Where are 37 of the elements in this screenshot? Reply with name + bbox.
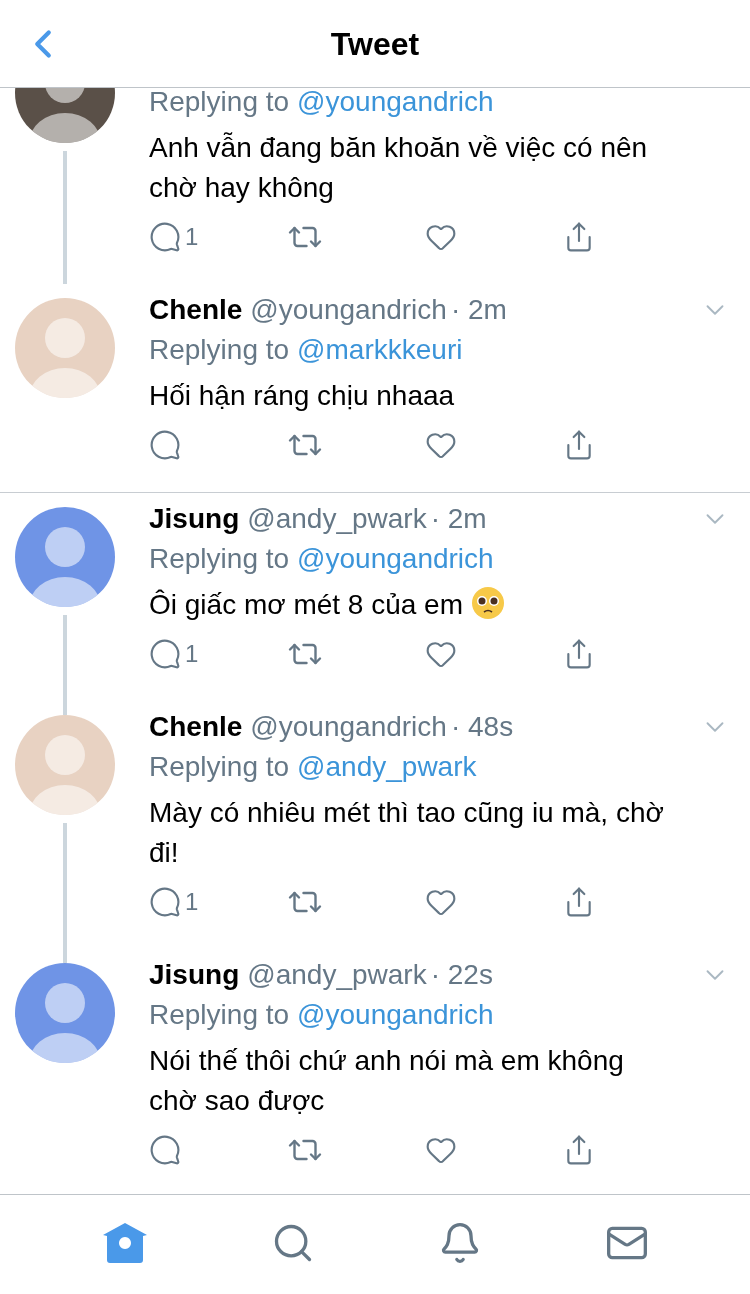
home-icon[interactable] bbox=[101, 1221, 148, 1264]
replying-label: Replying to bbox=[149, 750, 290, 784]
tweet-time: · 22s bbox=[430, 958, 493, 992]
user-handle[interactable]: @youngandrich bbox=[250, 290, 447, 330]
replying-label: Replying to bbox=[149, 542, 290, 576]
tweet-text: Anh vẫn đang băn khoăn về việc có nên chờ hay không bbox=[149, 131, 649, 205]
replying-handle[interactable]: @markkkeuri bbox=[297, 329, 463, 371]
reply-icon[interactable] bbox=[149, 429, 181, 461]
replying-label: Replying to bbox=[149, 88, 290, 119]
tweet-text: Ôi giấc mơ mét 8 của em bbox=[149, 585, 671, 625]
replying-label: Replying to bbox=[149, 333, 290, 367]
replying-handle[interactable]: @youngandrich bbox=[297, 994, 494, 1036]
tweet-time: · 48s bbox=[450, 710, 514, 744]
reply-icon[interactable] bbox=[149, 886, 181, 918]
reply-count: 1 bbox=[185, 887, 199, 917]
tweet-time: · 2m bbox=[450, 293, 507, 327]
tweet-text: Mày có nhiêu mét thì tao cũng iu mà, chờ đi! bbox=[149, 796, 665, 870]
reply-count: 1 bbox=[185, 222, 199, 252]
user-handle[interactable]: @youngandrich bbox=[250, 707, 447, 747]
reply-icon[interactable] bbox=[149, 1134, 181, 1166]
tweet-text: Nói thế thôi chứ anh nói mà em không chờ sao được bbox=[149, 1044, 625, 1118]
user-name[interactable]: Chenle bbox=[149, 707, 243, 747]
reply-icon[interactable] bbox=[149, 638, 181, 670]
replying-handle[interactable]: @youngandrich bbox=[297, 538, 494, 580]
user-name[interactable]: Jisung bbox=[149, 955, 240, 995]
replying-handle[interactable]: @youngandrich bbox=[297, 88, 494, 123]
user-name[interactable]: Chenle bbox=[149, 290, 243, 330]
reply-count: 1 bbox=[185, 639, 199, 669]
user-handle[interactable]: @andy_pwark bbox=[247, 955, 427, 995]
reply-icon[interactable] bbox=[149, 221, 181, 253]
replying-label: Replying to bbox=[149, 998, 290, 1032]
tweet-time: · 2m bbox=[430, 502, 487, 536]
window-title: Tweet bbox=[330, 24, 420, 64]
user-name[interactable]: Jisung bbox=[149, 499, 240, 539]
tweet-text: Hối hận ráng chịu nhaaa bbox=[149, 379, 456, 413]
user-handle[interactable]: @andy_pwark bbox=[247, 499, 427, 539]
replying-handle[interactable]: @andy_pwark bbox=[297, 746, 477, 788]
